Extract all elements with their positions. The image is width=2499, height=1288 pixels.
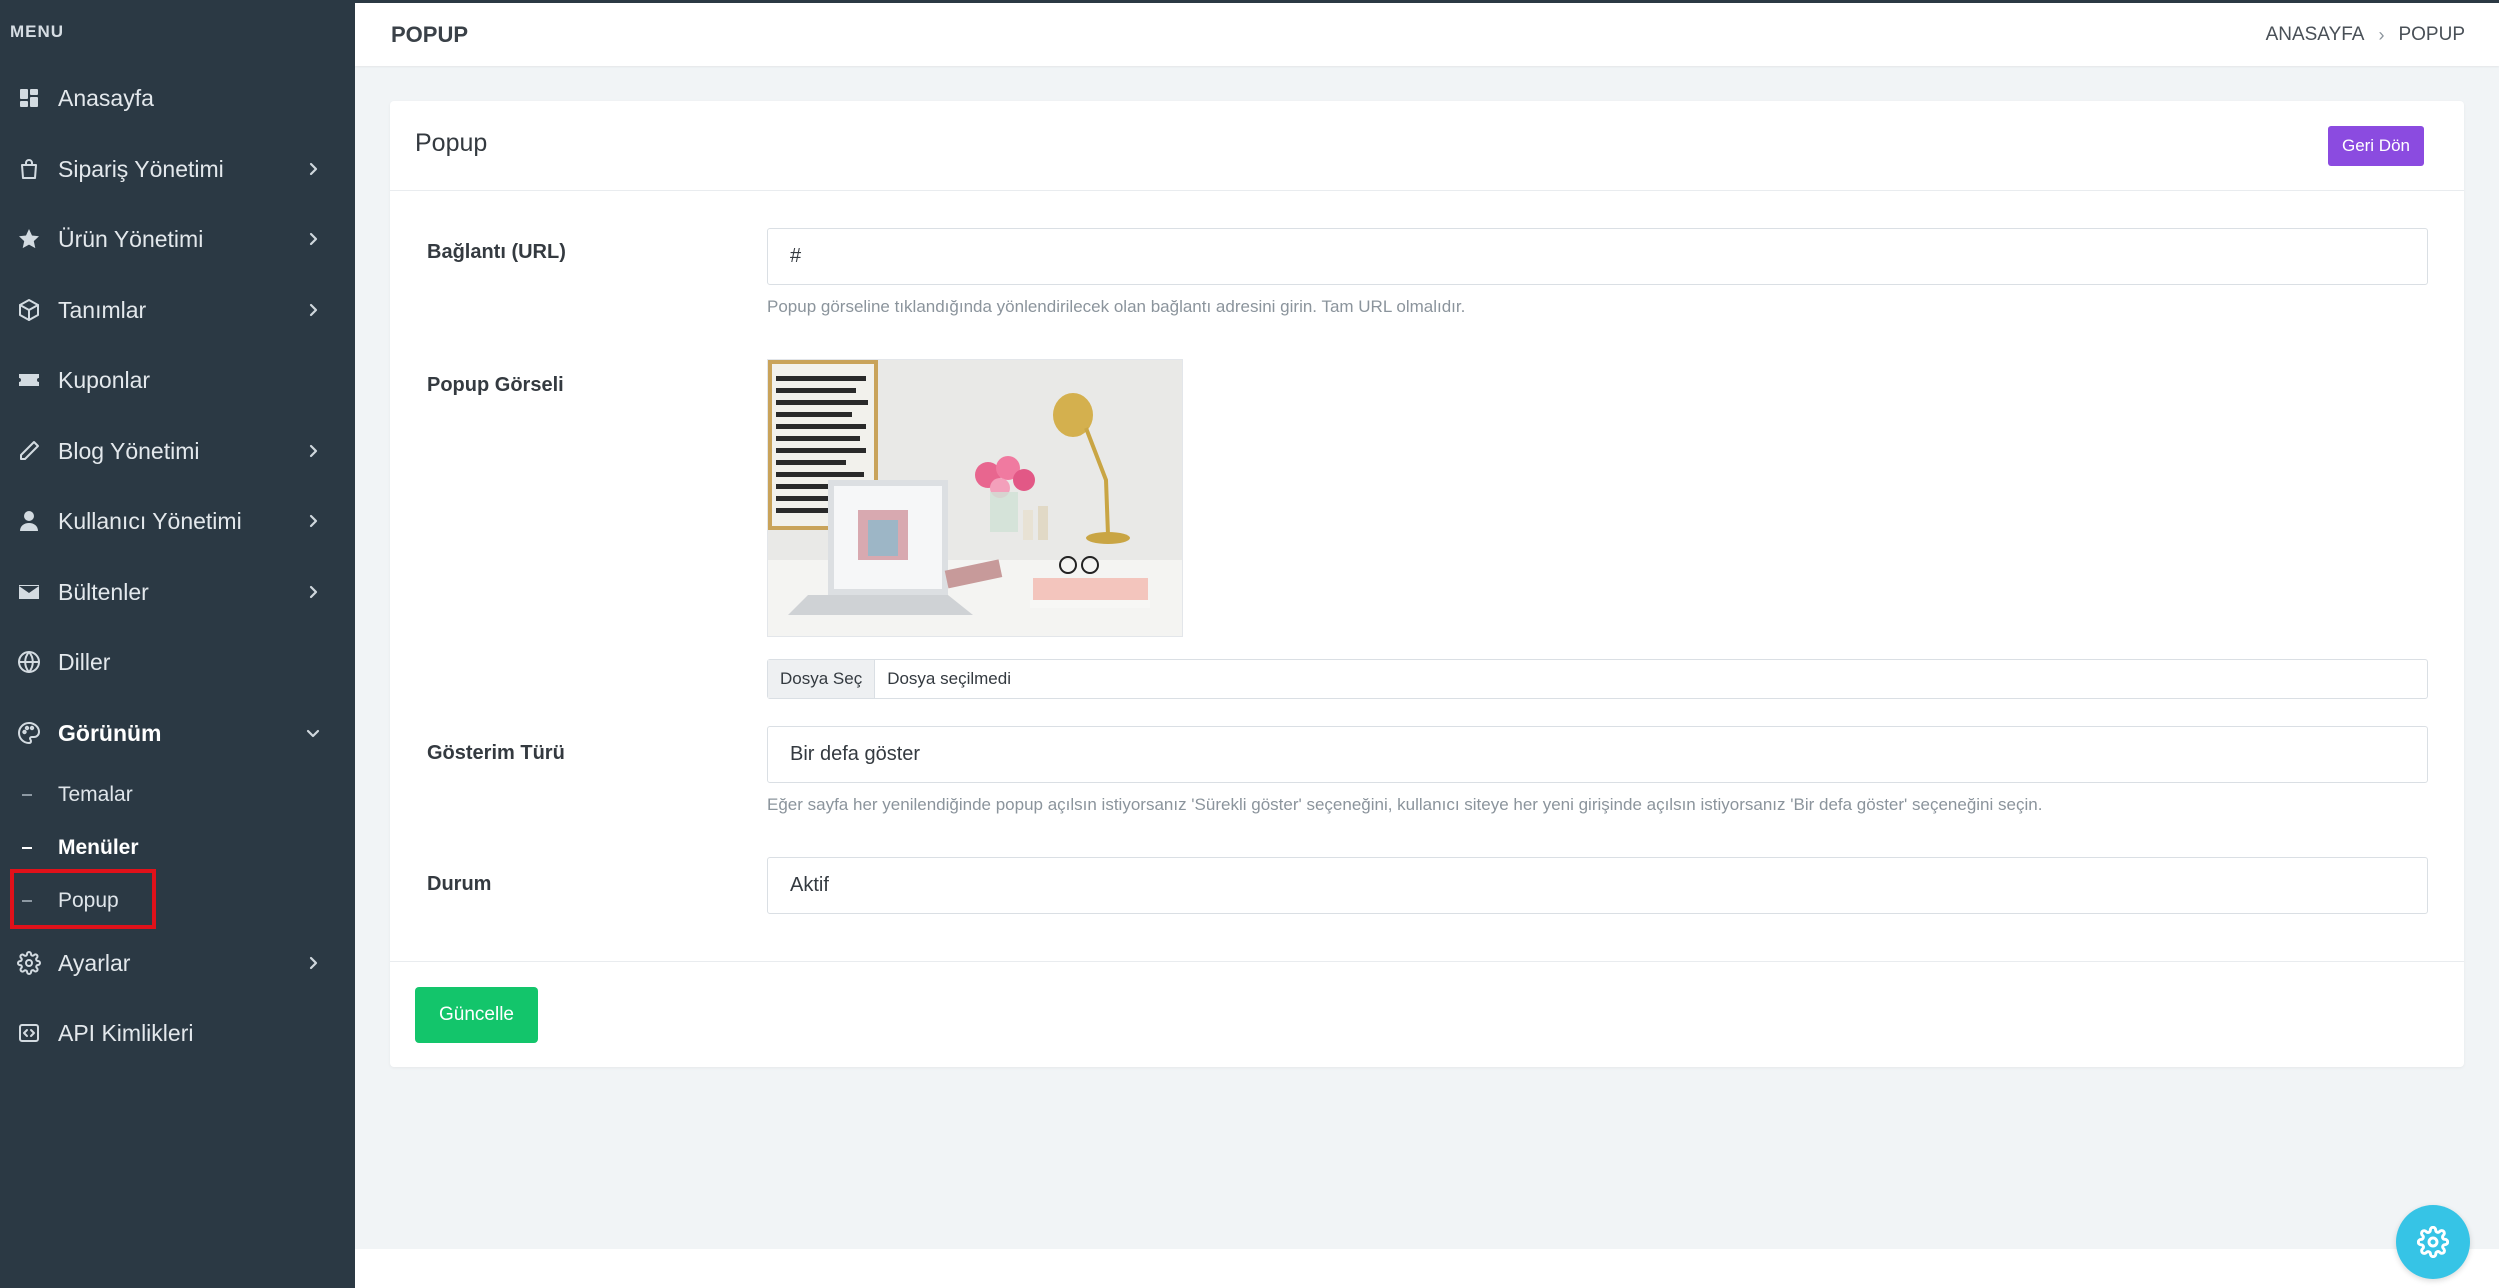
choose-file-button[interactable]: Dosya Seç [768, 660, 876, 698]
display-type-help-text: Eğer sayfa her yenilendiğinde popup açıl… [767, 795, 2043, 814]
image-label: Popup Görseli [427, 374, 564, 396]
back-button[interactable]: Geri Dön [2327, 126, 2424, 166]
gear-icon [17, 951, 41, 975]
card-title: Popup [415, 129, 488, 157]
sidebar-item-label: Sipariş Yönetimi [58, 155, 224, 182]
chevron-right-icon [305, 584, 321, 600]
chevron-right-icon [305, 443, 321, 459]
sidebar-item-bultenler[interactable]: Bültenler [0, 562, 355, 622]
sidebar-item-kullanici[interactable]: Kullanıcı Yönetimi [0, 491, 355, 551]
sidebar-item-label: Bültenler [58, 578, 149, 605]
ticket-icon [17, 368, 41, 392]
sidebar-item-label: Tanımlar [58, 296, 147, 323]
update-button[interactable]: Güncelle [415, 987, 538, 1043]
chevron-right-icon [305, 231, 321, 247]
sidebar-subitem-menuler[interactable]: Menüler [0, 824, 355, 872]
box-icon [17, 298, 41, 322]
url-label: Bağlantı (URL) [427, 241, 566, 263]
popup-image-preview [767, 359, 1183, 637]
sidebar-item-label: Kuponlar [58, 366, 151, 393]
shopping-bag-icon [17, 157, 41, 181]
globe-icon [17, 650, 41, 674]
settings-fab-button[interactable] [2396, 1205, 2470, 1279]
breadcrumb-current: POPUP [2398, 24, 2465, 45]
sidebar-item-ayarlar[interactable]: Ayarlar [0, 933, 355, 993]
popup-form-card: Popup Geri Dön Bağlantı (URL) # Popup gö… [390, 101, 2464, 1067]
chevron-right-icon [305, 513, 321, 529]
menu-title: MENU [10, 22, 65, 41]
pencil-icon [17, 439, 41, 463]
sidebar-item-label: Ürün Yönetimi [58, 225, 204, 252]
status-select[interactable]: Aktif [767, 857, 2428, 914]
sidebar-subitem-temalar[interactable]: Temalar [0, 771, 355, 819]
sidebar-item-label: Ayarlar [58, 949, 131, 976]
sidebar-item-kuponlar[interactable]: Kuponlar [0, 350, 355, 410]
sidebar-item-label: Diller [58, 648, 111, 675]
chevron-down-icon [305, 725, 321, 741]
highlight-box [10, 869, 156, 929]
card-header: Popup Geri Dön [390, 101, 2464, 191]
breadcrumb: ANASAYFA › POPUP [2266, 24, 2465, 46]
gear-icon [2417, 1226, 2449, 1258]
chevron-right-icon [305, 955, 321, 971]
palette-icon [17, 721, 41, 745]
page-title: POPUP [391, 22, 469, 47]
sidebar-item-diller[interactable]: Diller [0, 632, 355, 692]
envelope-icon [17, 580, 41, 604]
url-help-text: Popup görseline tıklandığında yönlendiri… [767, 297, 1466, 316]
sidebar-item-siparis[interactable]: Sipariş Yönetimi [0, 139, 355, 199]
display-type-label: Gösterim Türü [427, 742, 565, 764]
sidebar-item-label: Blog Yönetimi [58, 437, 200, 464]
sidebar-item-api[interactable]: API Kimlikleri [0, 1003, 355, 1063]
star-icon [17, 227, 41, 251]
url-input[interactable]: # [767, 228, 2428, 285]
card-footer: Güncelle [390, 961, 2464, 1067]
code-icon [17, 1021, 41, 1045]
display-type-select[interactable]: Bir defa göster [767, 726, 2428, 783]
sidebar-item-gorunum[interactable]: Görünüm [0, 703, 355, 763]
sidebar-item-blog[interactable]: Blog Yönetimi [0, 421, 355, 481]
sidebar-item-anasayfa[interactable]: Anasayfa [0, 68, 355, 128]
sidebar-subitem-label: Temalar [58, 783, 133, 806]
sidebar-item-tanimlar[interactable]: Tanımlar [0, 280, 355, 340]
status-label: Durum [427, 873, 492, 895]
page-footer [355, 1249, 2499, 1288]
chevron-right-icon [305, 302, 321, 318]
sidebar-item-label: Anasayfa [58, 84, 154, 111]
dash-marker [22, 794, 32, 796]
sidebar-item-label: Görünüm [58, 719, 162, 746]
sidebar-item-urun[interactable]: Ürün Yönetimi [0, 209, 355, 269]
sidebar: MENU Anasayfa Sipariş Yönetimi Ürün Yöne… [0, 0, 355, 1288]
sidebar-subitem-label: Menüler [58, 836, 139, 859]
sidebar-item-label: API Kimlikleri [58, 1019, 194, 1046]
dashboard-icon [17, 86, 41, 110]
file-input[interactable]: Dosya Seç Dosya seçilmedi [767, 659, 2428, 699]
file-name-text: Dosya seçilmedi [887, 669, 1011, 688]
dash-marker [22, 847, 32, 849]
chevron-right-icon: › [2378, 24, 2385, 45]
sidebar-item-label: Kullanıcı Yönetimi [58, 507, 242, 534]
topbar: POPUP ANASAYFA › POPUP [355, 0, 2499, 66]
breadcrumb-home-link[interactable]: ANASAYFA [2266, 24, 2365, 46]
chevron-right-icon [305, 161, 321, 177]
user-icon [17, 509, 41, 533]
